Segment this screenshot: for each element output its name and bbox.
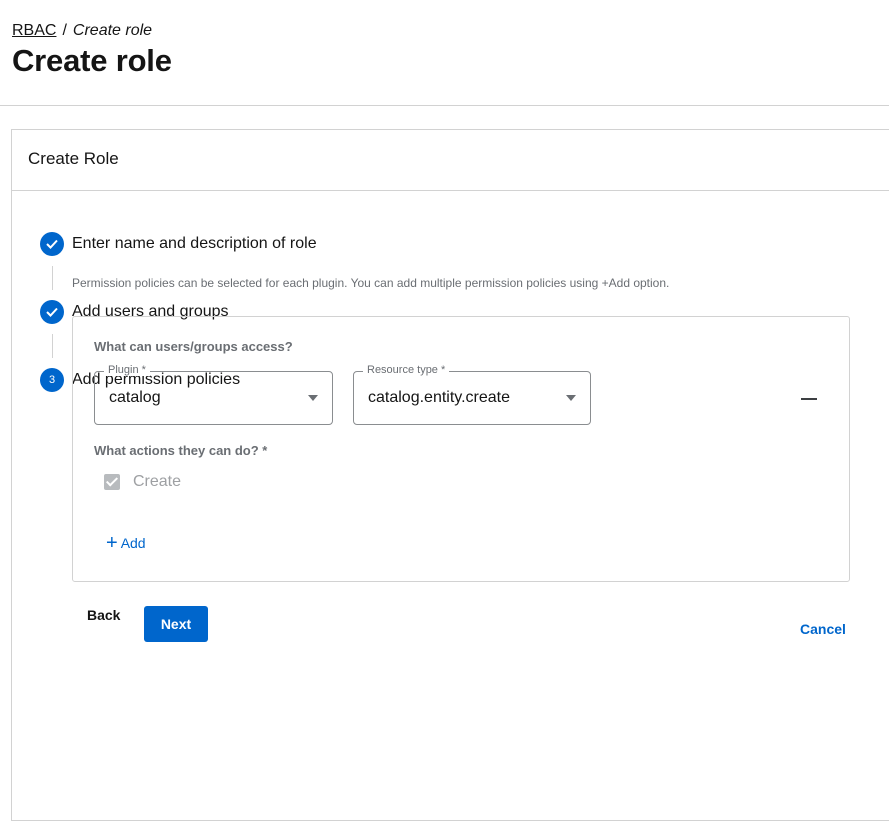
create-checkbox[interactable] <box>104 474 120 490</box>
step-number-badge: 3 <box>40 368 64 392</box>
caret-down-icon <box>566 395 576 401</box>
breadcrumb-current: Create role <box>72 22 153 39</box>
resource-type-select[interactable]: Resource type * catalog.entity.create <box>353 364 591 425</box>
step-label: Enter name and description of role <box>72 235 317 252</box>
action-create: Create <box>104 473 181 491</box>
breadcrumb-link-rbac[interactable]: RBAC <box>12 22 56 39</box>
remove-policy-button[interactable] <box>795 389 823 409</box>
breadcrumb: RBAC / Create role <box>12 22 152 40</box>
cancel-button[interactable]: Cancel <box>800 621 846 637</box>
step-description: Permission policies can be selected for … <box>72 276 670 290</box>
permission-policy-box: What can users/groups access? Plugin * c… <box>72 316 850 582</box>
plus-icon: + <box>106 532 118 554</box>
plugin-label: Plugin * <box>104 364 150 376</box>
access-heading: What can users/groups access? <box>94 339 293 354</box>
step-1: Enter name and description of role <box>40 232 317 256</box>
actions-heading: What actions they can do? * <box>94 443 268 458</box>
check-icon <box>40 300 64 324</box>
resource-type-label: Resource type * <box>363 364 450 376</box>
minus-icon <box>801 398 817 400</box>
back-button[interactable]: Back <box>87 607 120 623</box>
action-label: Create <box>133 473 182 490</box>
check-icon <box>105 474 119 487</box>
add-label: Add <box>120 535 146 551</box>
page-header: RBAC / Create role Create role <box>0 0 889 106</box>
check-icon <box>40 232 64 256</box>
step-connector <box>52 334 53 358</box>
step-connector <box>52 266 53 290</box>
plugin-select[interactable]: Plugin * catalog <box>94 364 333 425</box>
add-policy-button[interactable]: + Add <box>106 532 146 554</box>
card-header: Create Role <box>12 130 889 191</box>
plugin-value: catalog <box>109 389 161 406</box>
card-title: Create Role <box>28 149 119 168</box>
breadcrumb-separator: / <box>62 22 67 39</box>
resource-type-value: catalog.entity.create <box>368 389 511 406</box>
page-title: Create role <box>12 43 172 78</box>
caret-down-icon <box>308 395 318 401</box>
next-button[interactable]: Next <box>144 606 208 642</box>
